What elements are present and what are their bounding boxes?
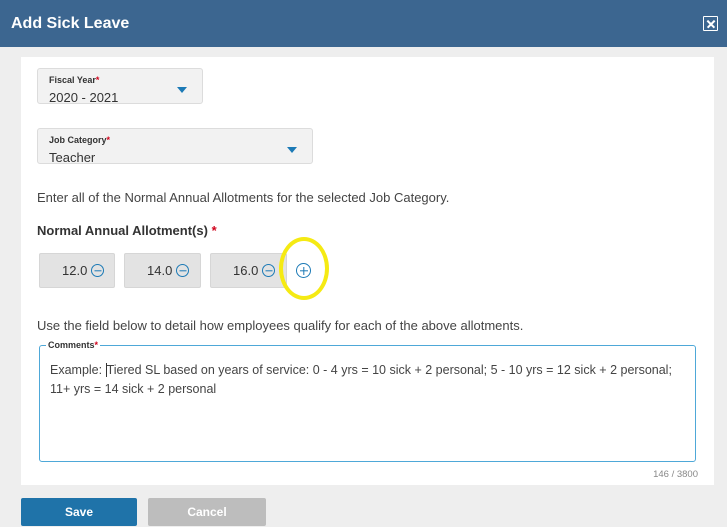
allotment-value: 16.0 <box>233 263 259 278</box>
job-category-select[interactable]: Job Category* Teacher <box>37 128 313 165</box>
job-category-label: Job Category* <box>49 135 111 145</box>
allotment-chip: 12.0 <box>39 253 115 288</box>
chevron-down-icon <box>177 87 187 93</box>
cancel-button[interactable]: Cancel <box>148 498 266 526</box>
comments-textarea[interactable]: Comments* Example: Tiered SL based on ye… <box>39 340 696 462</box>
dialog-header: Add Sick Leave <box>0 0 727 47</box>
comments-label: Comments* <box>46 340 101 350</box>
chevron-down-icon <box>287 147 297 153</box>
content-panel: Fiscal Year* 2020 - 2021 Job Category* T… <box>21 57 714 485</box>
minus-circle-icon[interactable] <box>262 264 276 277</box>
close-icon[interactable] <box>703 16 718 31</box>
highlight-annotation <box>279 237 329 300</box>
job-category-value: Teacher <box>49 150 96 165</box>
char-count: 146 / 3800 <box>653 469 698 480</box>
comments-instructions: Use the field below to detail how employ… <box>37 318 524 333</box>
allotments-heading: Normal Annual Allotment(s) * <box>37 223 217 238</box>
comments-text: Example: Tiered SL based on years of ser… <box>50 363 672 396</box>
allotments-instructions: Enter all of the Normal Annual Allotment… <box>37 190 450 205</box>
allotment-value: 14.0 <box>147 263 173 278</box>
allotment-chip: 14.0 <box>124 253 201 288</box>
fiscal-year-select[interactable]: Fiscal Year* 2020 - 2021 <box>37 68 203 105</box>
save-button[interactable]: Save <box>21 498 137 526</box>
fiscal-year-value: 2020 - 2021 <box>49 90 119 105</box>
dialog-title: Add Sick Leave <box>11 14 130 32</box>
minus-circle-icon[interactable] <box>176 264 190 277</box>
allotment-chip: 16.0 <box>210 253 287 288</box>
allotment-value: 12.0 <box>62 263 88 278</box>
fiscal-year-label: Fiscal Year* <box>49 75 100 85</box>
minus-circle-icon[interactable] <box>91 264 105 277</box>
